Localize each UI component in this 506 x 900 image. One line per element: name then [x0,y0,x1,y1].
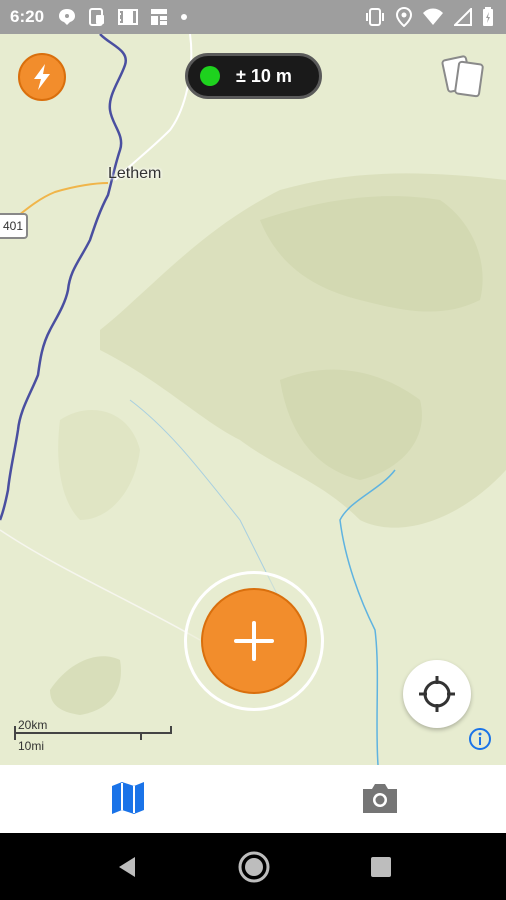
home-icon [238,851,270,883]
scale-km-label: 20km [18,718,48,732]
quick-action-button[interactable] [18,53,66,101]
gps-accuracy-indicator[interactable]: ± 10 m [185,53,322,99]
system-recents-button[interactable] [370,856,392,883]
camera-icon [363,784,397,813]
system-back-button[interactable] [115,855,139,884]
film-icon [118,9,138,25]
lightning-bolt-icon [34,64,50,90]
back-icon [119,857,135,877]
plus-icon [234,621,274,661]
map-info-button[interactable] [468,727,492,751]
bottom-navigation [0,765,506,833]
chat-bubble-icon [59,9,75,25]
town-label: Lethem [108,165,162,182]
status-bar: 6:20 [0,0,506,34]
wifi-icon [423,8,443,25]
system-navigation-bar [0,833,506,900]
gps-status-dot [200,66,220,86]
news-icon [151,9,167,25]
add-point-button[interactable] [201,588,307,694]
system-home-button[interactable] [237,850,271,889]
phone-tablet-icon [89,8,104,26]
status-time: 6:20 [10,7,45,26]
battery-icon [483,7,493,26]
map-scale: 20km 10mi [14,718,174,754]
my-location-button[interactable] [403,660,471,728]
scale-bar [14,732,172,734]
nav-tab-map[interactable] [110,781,146,815]
map-icon [112,782,144,814]
layers-button[interactable] [440,54,488,100]
cards-icon [441,55,484,98]
recents-icon [371,857,391,877]
signal-icon [454,8,472,26]
vibrate-icon [366,8,384,26]
nav-tab-camera[interactable] [361,781,399,815]
dot-icon [181,14,187,20]
crosshair-icon [419,676,455,712]
gps-accuracy-text: ± 10 m [236,65,292,86]
scale-mi-label: 10mi [18,739,45,753]
road-number-badge: 401 [0,213,28,239]
location-pin-icon [396,7,412,27]
info-icon [469,728,491,750]
